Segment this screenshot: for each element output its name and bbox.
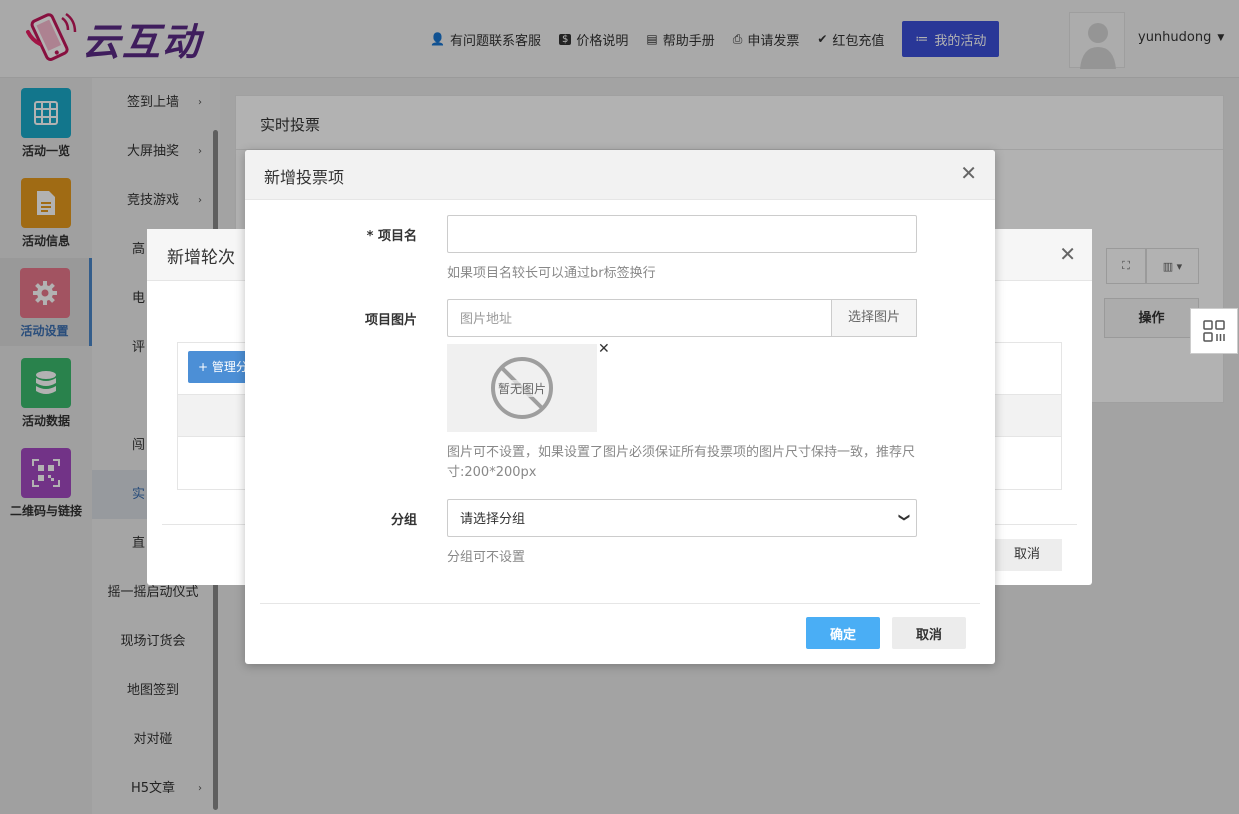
no-image-text: 暂无图片 [497,379,546,397]
grid-icon [1203,320,1225,342]
qrcode-float-button[interactable] [1190,308,1238,354]
confirm-button[interactable]: 确定 [806,617,880,649]
add-vote-item-dialog: 新增投票项 ✕ * 项目名 如果项目名较长可以通过br标签换行 项目图片 选择图… [245,150,995,664]
group-help: 分组可不设置 [447,550,526,565]
cancel-button[interactable]: 取消 [992,539,1062,571]
image-url-input[interactable] [447,299,833,337]
cancel-button[interactable]: 取消 [892,617,966,649]
dialog-header: 新增投票项 ✕ [245,150,995,200]
image-preview: 暂无图片 [447,344,597,432]
select-image-button[interactable]: 选择图片 [831,299,917,337]
group-label: 分组 [390,513,417,528]
group-select[interactable]: 请选择分组 [447,499,917,537]
item-image-label: 项目图片 [364,313,417,328]
close-icon[interactable]: ✕ [960,163,977,183]
dialog-title: 新增投票项 [264,168,345,187]
divider [260,603,980,604]
item-name-help: 如果项目名较长可以通过br标签换行 [447,266,656,281]
item-name-label: * 项目名 [366,229,417,244]
remove-image-icon[interactable]: ✕ [598,341,610,357]
item-name-input[interactable] [447,215,917,253]
item-image-help: 图片可不设置，如果设置了图片必须保证所有投票项的图片尺寸保持一致，推荐尺寸:20… [447,445,916,480]
dialog-title: 新增轮次 [167,248,235,268]
close-icon[interactable]: ✕ [1059,242,1076,266]
